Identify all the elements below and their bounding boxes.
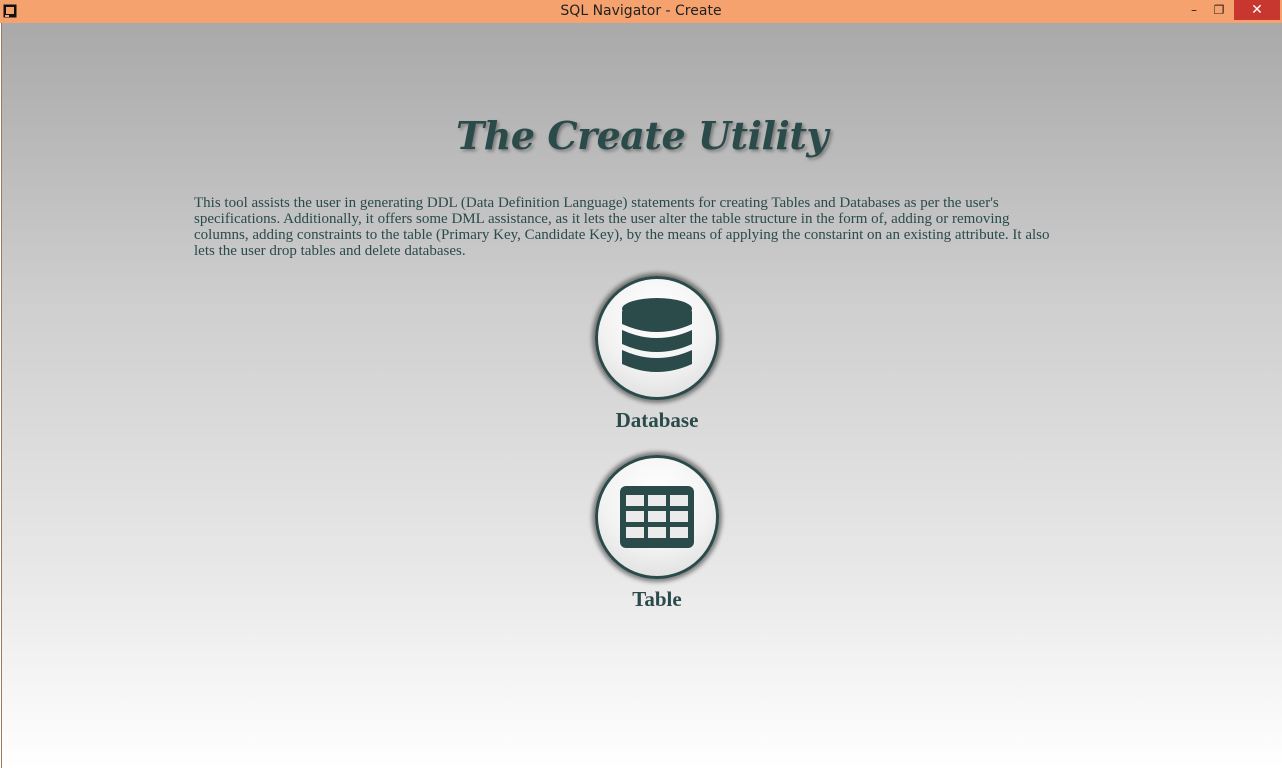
page-title: The Create Utility (456, 113, 828, 158)
database-button[interactable] (595, 276, 719, 400)
page-description: This tool assists the user in generating… (194, 195, 1050, 259)
close-button[interactable]: ✕ (1234, 0, 1280, 20)
restore-button[interactable]: ❐ (1208, 0, 1230, 20)
main-content: The Create Utility This tool assists the… (1, 23, 1282, 768)
minimize-icon: – (1191, 3, 1197, 17)
table-icon (620, 486, 694, 548)
database-label: Database (615, 408, 699, 432)
close-icon: ✕ (1251, 2, 1263, 18)
window-titlebar[interactable]: SQL Navigator - Create – ❐ ✕ (0, 0, 1282, 23)
table-button[interactable] (595, 455, 719, 579)
database-icon (622, 298, 692, 372)
restore-icon: ❐ (1213, 3, 1225, 17)
table-label: Table (632, 587, 682, 611)
window-title: SQL Navigator - Create (560, 3, 722, 19)
minimize-button[interactable]: – (1183, 0, 1205, 20)
